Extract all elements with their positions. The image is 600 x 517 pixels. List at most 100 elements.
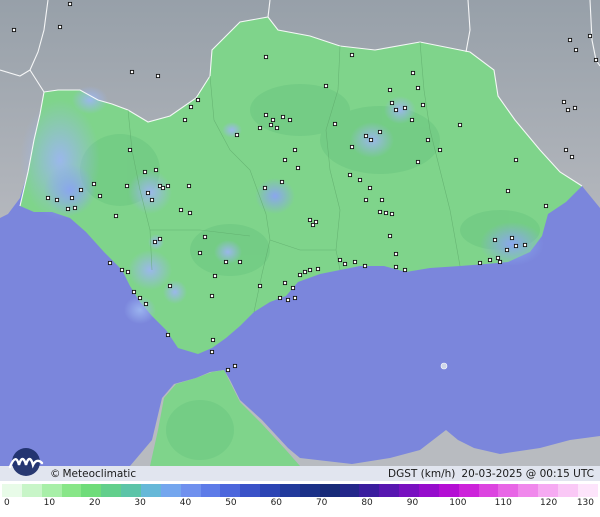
attribution-text: Meteoclimatic: [62, 468, 137, 480]
scale-swatch: [280, 484, 300, 497]
station-marker: [129, 69, 135, 75]
station-marker: [402, 105, 408, 111]
station-marker: [497, 259, 503, 265]
station-marker: [379, 197, 385, 203]
scale-swatch: [419, 484, 439, 497]
station-marker: [72, 205, 78, 211]
scale-swatch: [180, 484, 201, 497]
scale-tick-label: 10: [43, 498, 56, 508]
scale-swatch: [577, 484, 598, 497]
station-marker: [152, 239, 158, 245]
scale-swatch: [260, 484, 281, 497]
station-marker: [263, 54, 269, 60]
station-marker: [505, 188, 511, 194]
scale-tick-label: 60: [270, 498, 283, 508]
station-marker: [387, 87, 393, 93]
station-marker: [315, 266, 321, 272]
station-marker: [143, 301, 149, 307]
station-marker: [565, 107, 571, 113]
scale-swatch: [498, 484, 519, 497]
station-marker: [257, 125, 263, 131]
station-marker: [437, 147, 443, 153]
station-marker: [349, 52, 355, 58]
station-marker: [593, 57, 599, 63]
station-marker: [232, 363, 238, 369]
scale-swatch: [121, 484, 142, 497]
scale-swatch: [399, 484, 420, 497]
station-marker: [393, 264, 399, 270]
station-marker: [69, 195, 75, 201]
scale-tick-label: 30: [134, 498, 146, 508]
station-marker: [287, 117, 293, 123]
station-marker: [67, 1, 73, 7]
station-marker: [415, 159, 421, 165]
station-marker: [202, 234, 208, 240]
color-scale-labels: 0 10 20 30 40 50 60 70 80 90 100 110 120 130: [0, 498, 600, 514]
station-marker: [107, 260, 113, 266]
scale-swatch: [438, 484, 459, 497]
scale-swatch: [41, 484, 62, 497]
scale-swatch: [518, 484, 539, 497]
station-marker: [415, 85, 421, 91]
copyright-symbol: ©: [50, 468, 61, 480]
station-marker: [119, 267, 125, 273]
station-marker: [323, 83, 329, 89]
station-marker: [263, 112, 269, 118]
station-marker: [57, 24, 63, 30]
station-marker: [563, 147, 569, 153]
alboran-island: [440, 362, 448, 370]
station-marker: [363, 197, 369, 203]
station-marker: [270, 117, 276, 123]
station-marker: [402, 267, 408, 273]
scale-swatch: [458, 484, 479, 497]
station-marker: [178, 207, 184, 213]
station-marker: [45, 195, 51, 201]
station-marker: [477, 260, 483, 266]
station-marker: [349, 144, 355, 150]
station-marker: [212, 273, 218, 279]
station-marker: [225, 367, 231, 373]
station-marker: [11, 27, 17, 33]
scale-swatch: [2, 484, 22, 497]
station-marker: [285, 297, 291, 303]
scale-tick-label: 130: [576, 498, 594, 508]
station-marker: [357, 177, 363, 183]
station-marker: [97, 193, 103, 199]
station-marker: [292, 295, 298, 301]
wind-gust-map: [0, 0, 600, 481]
station-marker: [268, 122, 274, 128]
station-marker: [187, 210, 193, 216]
station-marker: [257, 283, 263, 289]
station-marker: [160, 185, 166, 191]
scale-tick-label: 80: [361, 498, 373, 508]
scale-tick-label: 110: [494, 498, 512, 508]
station-marker: [209, 349, 215, 355]
scale-swatch: [200, 484, 221, 497]
station-marker: [393, 107, 399, 113]
station-marker: [332, 121, 338, 127]
scale-swatch: [538, 484, 559, 497]
station-marker: [513, 243, 519, 249]
station-marker: [504, 247, 510, 253]
variable-label: DGST (km/h): [388, 468, 456, 480]
station-marker: [389, 100, 395, 106]
station-marker: [362, 263, 368, 269]
station-marker: [54, 197, 60, 203]
station-marker: [425, 137, 431, 143]
station-marker: [457, 122, 463, 128]
station-marker: [587, 33, 593, 39]
station-marker: [65, 206, 71, 212]
station-marker: [567, 37, 573, 43]
station-marker: [342, 261, 348, 267]
station-marker: [347, 172, 353, 178]
station-marker: [165, 332, 171, 338]
station-marker: [91, 181, 97, 187]
station-marker: [572, 105, 578, 111]
scale-tick-label: 40: [179, 498, 192, 508]
station-marker: [157, 236, 163, 242]
station-marker: [393, 251, 399, 257]
station-marker: [302, 269, 308, 275]
station-marker: [153, 167, 159, 173]
attribution-label: © Meteoclimatic: [50, 467, 136, 481]
scale-swatch: [379, 484, 400, 497]
